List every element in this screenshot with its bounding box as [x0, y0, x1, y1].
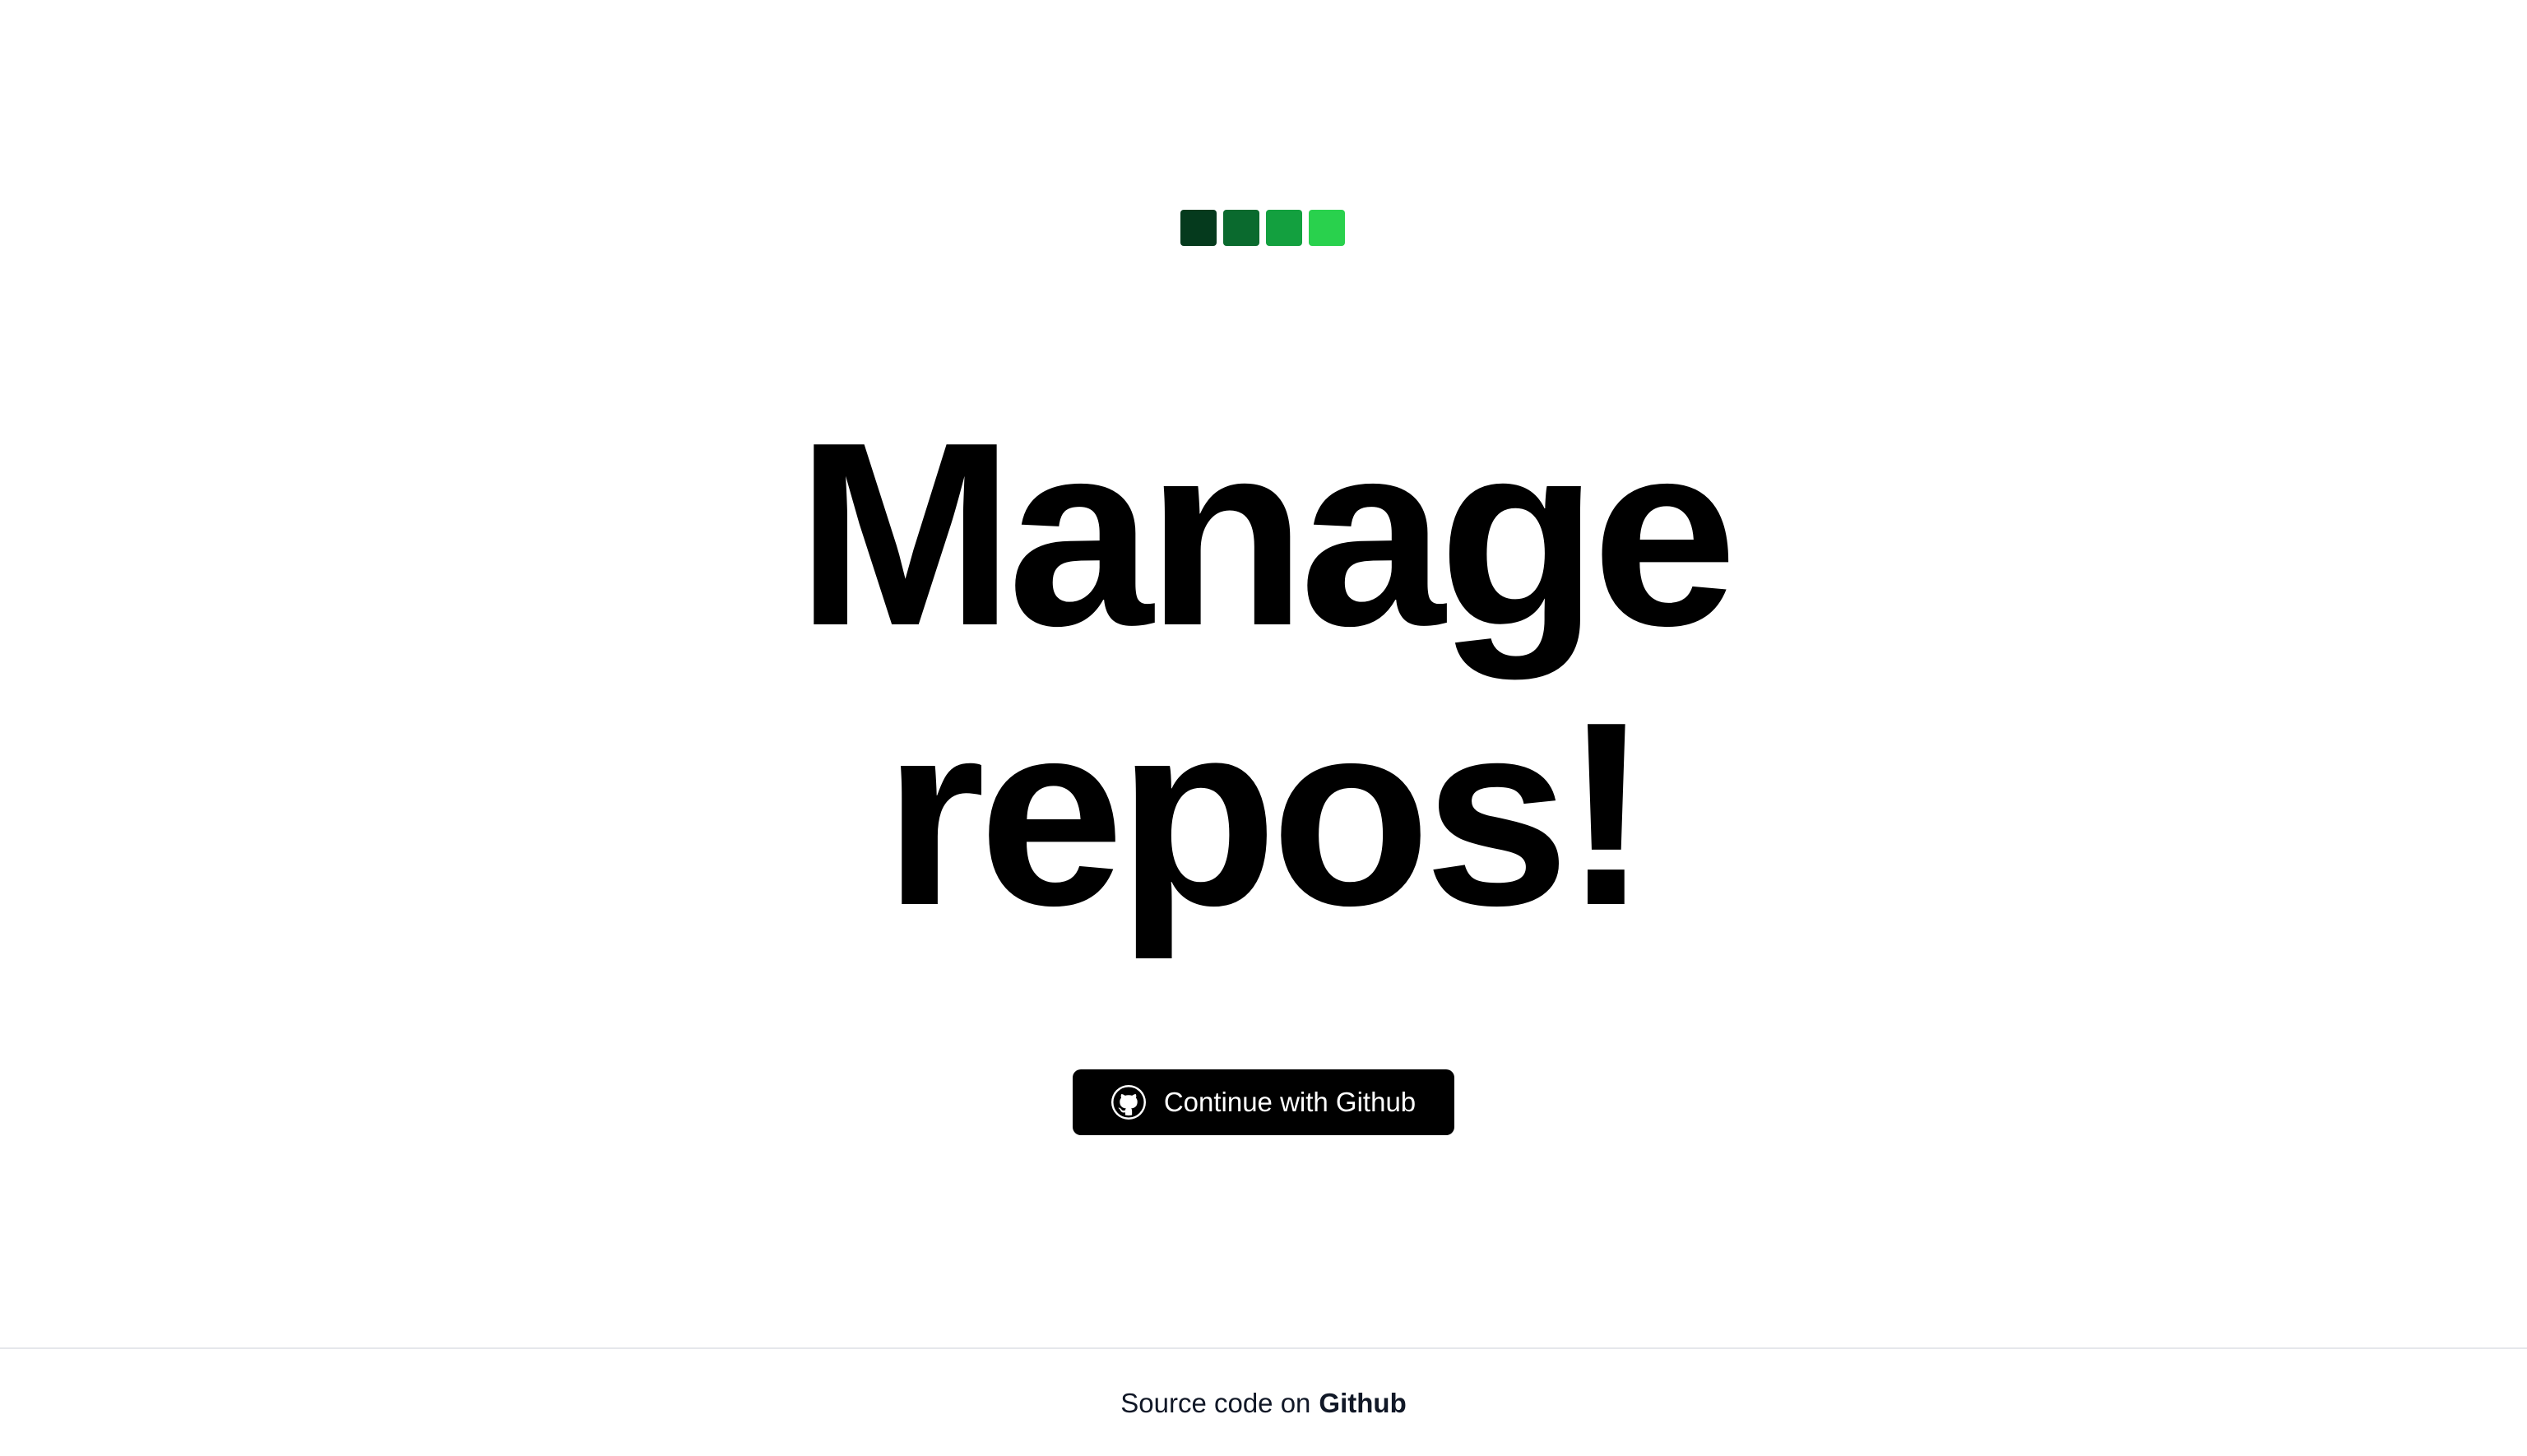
footer: Source code on Github — [0, 1347, 2527, 1456]
continue-with-github-button[interactable]: Continue with Github — [1073, 1069, 1454, 1135]
landing-page: Manage repos! Continue with Github Sourc… — [0, 0, 2527, 1456]
hero-line-2: repos! — [883, 668, 1650, 960]
logo-square-4 — [1309, 210, 1345, 246]
footer-prefix: Source code on — [1120, 1388, 1311, 1418]
continue-with-github-label: Continue with Github — [1163, 1087, 1417, 1117]
github-icon — [1110, 1085, 1146, 1120]
logo — [1180, 210, 1345, 246]
logo-square-1 — [1180, 210, 1217, 246]
logo-square-2 — [1223, 210, 1259, 246]
hero-line-1: Manage — [796, 388, 1737, 680]
hero-headline: Manage repos! — [0, 395, 2527, 954]
logo-square-3 — [1266, 210, 1302, 246]
footer-github-link[interactable]: Github — [1319, 1388, 1406, 1419]
